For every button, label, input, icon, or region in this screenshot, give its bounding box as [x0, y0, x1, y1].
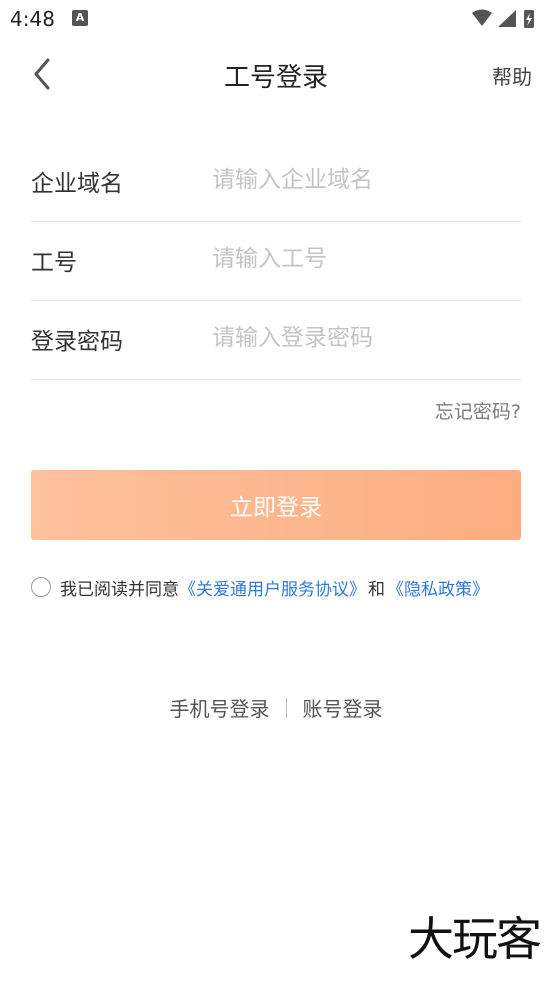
help-link[interactable]: 帮助: [492, 61, 532, 90]
page-title: 工号登录: [223, 63, 328, 93]
login-button[interactable]: 立即登录: [31, 470, 521, 540]
agreement-row: 我已阅读并同意 《关爱通用户服务协议》 和 《隐私政策》: [31, 574, 531, 600]
user-agreement-link[interactable]: 《关爱通用户服务协议》: [179, 575, 366, 600]
domain-input[interactable]: [212, 160, 512, 200]
domain-label: 企业域名: [31, 171, 123, 197]
agreement-radio[interactable]: [31, 577, 51, 597]
employee-id-row: 工号: [31, 221, 521, 301]
divider: [285, 697, 287, 718]
account-login-link[interactable]: 账号登录: [303, 693, 383, 722]
alt-login: 手机号登录 账号登录: [0, 693, 552, 722]
forgot-password-link[interactable]: 忘记密码?: [435, 397, 521, 424]
status-icons: [472, 9, 534, 28]
nav-bar: 工号登录 帮助: [0, 44, 552, 104]
privacy-policy-link[interactable]: 《隐私政策》: [387, 575, 489, 600]
notification-icon: A: [72, 10, 88, 26]
password-row: 登录密码: [31, 300, 521, 380]
domain-row: 企业域名: [31, 142, 521, 222]
status-time: 4:48: [10, 7, 55, 31]
watermark-logo: 大玩客: [408, 912, 542, 966]
status-bar: 4:48 A: [0, 0, 552, 38]
agreement-prefix: 我已阅读并同意: [60, 579, 179, 600]
wifi-icon: [472, 9, 492, 26]
phone-login-link[interactable]: 手机号登录: [170, 693, 270, 722]
password-input[interactable]: [212, 318, 512, 358]
employee-id-input[interactable]: [212, 239, 512, 279]
agreement-and: 和: [368, 579, 385, 600]
signal-icon: [498, 10, 516, 27]
password-label: 登录密码: [31, 329, 123, 355]
employee-id-label: 工号: [31, 250, 77, 276]
